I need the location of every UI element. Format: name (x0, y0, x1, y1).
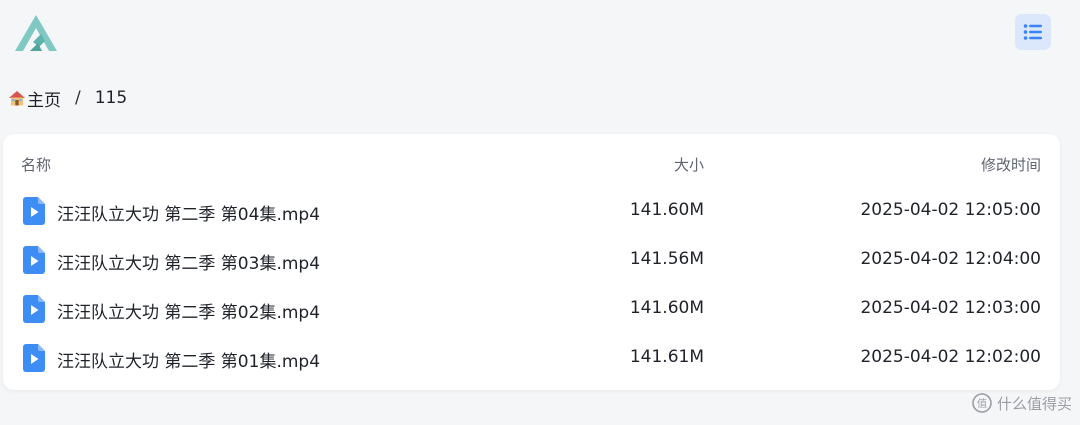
file-size: 141.61M (629, 347, 704, 367)
watermark-text: 什么值得买 (996, 394, 1072, 413)
column-header-size[interactable]: 大小 (674, 154, 704, 175)
file-size: 141.56M (629, 249, 704, 269)
file-modified: 2025-04-02 12:03:00 (860, 298, 1041, 318)
mountain-logo-icon[interactable] (12, 12, 60, 54)
file-list-card: 名称 大小 修改时间 汪汪队立大功 第二季 第04集.mp4 141.60M 2… (3, 134, 1060, 390)
file-name[interactable]: 汪汪队立大功 第二季 第02集.mp4 (57, 298, 320, 323)
video-file-icon (23, 295, 45, 323)
file-size: 141.60M (629, 298, 704, 318)
video-file-icon (23, 344, 45, 372)
file-name[interactable]: 汪汪队立大功 第二季 第04集.mp4 (57, 200, 320, 225)
breadcrumb: 主页 / 115 (8, 86, 127, 111)
video-file-icon (23, 246, 45, 274)
column-header-name[interactable]: 名称 (21, 154, 51, 175)
table-row[interactable]: 汪汪队立大功 第二季 第04集.mp4 141.60M 2025-04-02 1… (3, 187, 1060, 236)
table-row[interactable]: 汪汪队立大功 第二季 第03集.mp4 141.56M 2025-04-02 1… (3, 236, 1060, 285)
file-name[interactable]: 汪汪队立大功 第二季 第03集.mp4 (57, 249, 320, 274)
column-header-modified[interactable]: 修改时间 (981, 154, 1041, 175)
svg-text:值: 值 (977, 397, 987, 410)
breadcrumb-home-link[interactable]: 主页 (27, 86, 61, 111)
house-icon (9, 91, 25, 106)
table-row[interactable]: 汪汪队立大功 第二季 第02集.mp4 141.60M 2025-04-02 1… (3, 285, 1060, 334)
file-modified: 2025-04-02 12:04:00 (860, 249, 1041, 269)
table-row[interactable]: 汪汪队立大功 第二季 第01集.mp4 141.61M 2025-04-02 1… (3, 334, 1060, 383)
video-file-icon (23, 197, 45, 225)
watermark: 值 什么值得买 (972, 391, 1072, 415)
file-size: 141.60M (629, 200, 704, 220)
list-icon (1023, 24, 1042, 40)
view-toggle-button[interactable] (1015, 14, 1051, 50)
file-modified: 2025-04-02 12:05:00 (860, 200, 1041, 220)
top-bar (0, 0, 1080, 70)
table-header: 名称 大小 修改时间 (3, 134, 1060, 192)
zhi-logo-icon: 值 (972, 393, 992, 413)
breadcrumb-separator: / (75, 88, 81, 108)
file-name[interactable]: 汪汪队立大功 第二季 第01集.mp4 (57, 347, 320, 372)
file-modified: 2025-04-02 12:02:00 (860, 347, 1041, 367)
breadcrumb-current[interactable]: 115 (95, 88, 127, 108)
